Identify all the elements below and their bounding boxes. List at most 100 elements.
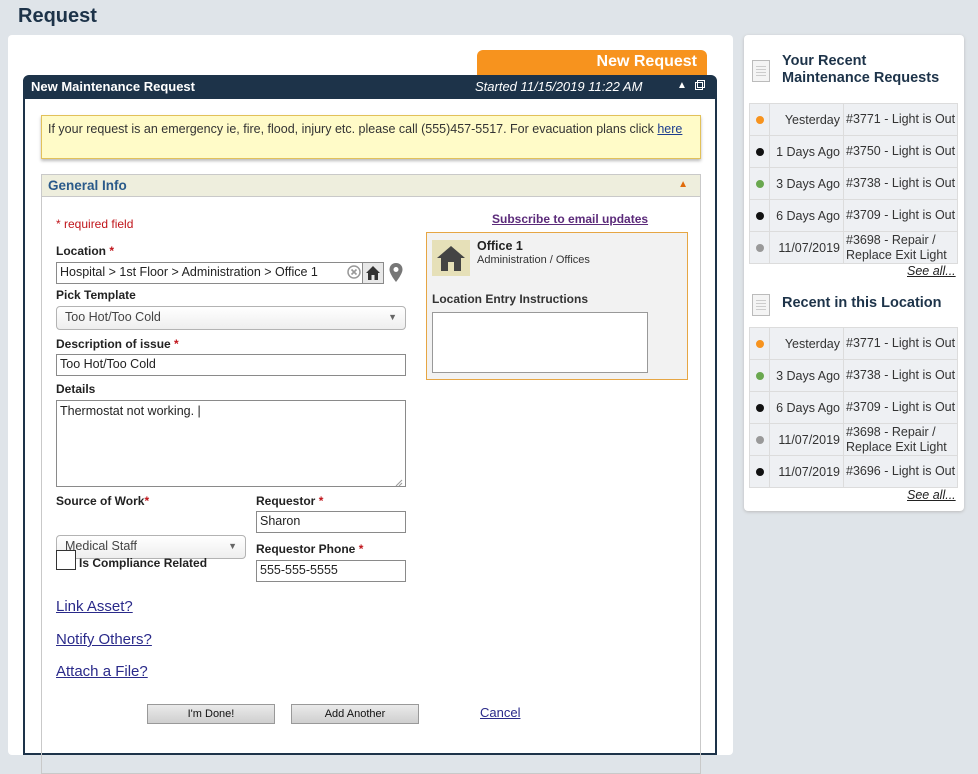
general-info-header[interactable]: General Info ▲	[42, 175, 700, 197]
documents-icon	[752, 294, 770, 316]
location-label: Location *	[56, 244, 114, 258]
requestor-input[interactable]: Sharon	[256, 511, 406, 533]
status-dot-icon	[755, 179, 764, 188]
status-dot-icon	[755, 115, 764, 124]
home-location-icon[interactable]	[362, 262, 384, 284]
office-home-icon	[432, 240, 470, 276]
status-dot-icon	[755, 435, 764, 444]
request-date: Yesterday	[769, 103, 844, 136]
table-row[interactable]: 1 Days Ago #3750 - Light is Out	[749, 135, 958, 168]
table-row[interactable]: 11/07/2019 #3696 - Light is Out	[749, 455, 958, 488]
status-cell	[749, 423, 770, 456]
recent-location-title: Recent in this Location	[782, 295, 942, 311]
request-description[interactable]: #3771 - Light is Out	[843, 327, 958, 360]
location-path: Administration / Offices	[477, 254, 590, 266]
requestor-value: Sharon	[260, 514, 301, 528]
emergency-alert: If your request is an emergency ie, fire…	[41, 115, 701, 159]
status-cell	[749, 327, 770, 360]
collapse-icon[interactable]: ▲	[677, 80, 687, 91]
recent-location-see-all-link[interactable]: See all...	[907, 488, 956, 502]
status-dot-icon	[755, 211, 764, 220]
status-dot-icon	[755, 371, 764, 380]
side-panel: Your Recent Maintenance Requests Yesterd…	[744, 35, 964, 511]
map-pin-icon[interactable]	[388, 262, 404, 284]
status-dot-icon	[755, 403, 764, 412]
location-instructions-label: Location Entry Instructions	[432, 292, 589, 306]
description-input[interactable]: Too Hot/Too Cold	[56, 354, 406, 376]
requestor-phone-input[interactable]: 555-555-5555	[256, 560, 406, 582]
table-row[interactable]: Yesterday #3771 - Light is Out	[749, 103, 958, 136]
table-row[interactable]: 11/07/2019 #3698 - Repair / Replace Exit …	[749, 423, 958, 456]
status-dot-icon	[755, 467, 764, 476]
page-title: Request	[18, 5, 97, 27]
cancel-link[interactable]: Cancel	[480, 705, 520, 720]
template-select[interactable]: Too Hot/Too Cold ▼	[56, 306, 406, 330]
request-description[interactable]: #3696 - Light is Out	[843, 455, 958, 488]
request-description[interactable]: #3709 - Light is Out	[843, 199, 958, 232]
source-label-text: Source of Work	[56, 494, 145, 508]
section-title: General Info	[48, 178, 127, 193]
request-description[interactable]: #3771 - Light is Out	[843, 103, 958, 136]
recent-requests-see-all-link[interactable]: See all...	[907, 264, 956, 278]
link-asset-link[interactable]: Link Asset?	[56, 598, 133, 615]
collapse-caret-icon[interactable]: ▲	[678, 179, 688, 190]
alert-text: If your request is an emergency ie, fire…	[48, 122, 654, 136]
phone-label-text: Requestor Phone	[256, 542, 356, 556]
resize-handle-icon[interactable]	[393, 475, 403, 487]
request-description[interactable]: #3698 - Repair / Replace Exit Light	[843, 231, 958, 264]
dropdown-arrow-icon: ▼	[228, 541, 237, 551]
status-cell	[749, 231, 770, 264]
request-description[interactable]: #3738 - Light is Out	[843, 359, 958, 392]
table-row[interactable]: 3 Days Ago #3738 - Light is Out	[749, 359, 958, 392]
request-date: 11/07/2019	[769, 455, 844, 488]
recent-requests-title-line2: Maintenance Requests	[782, 70, 940, 86]
required-star: *	[174, 337, 179, 351]
dropdown-arrow-icon: ▼	[388, 312, 397, 322]
clear-location-icon[interactable]	[346, 264, 362, 280]
request-description[interactable]: #3698 - Repair / Replace Exit Light	[843, 423, 958, 456]
required-star: *	[318, 494, 324, 508]
table-row[interactable]: 3 Days Ago #3738 - Light is Out	[749, 167, 958, 200]
request-date: 3 Days Ago	[769, 167, 844, 200]
location-card: Office 1 Administration / Offices Locati…	[426, 232, 688, 380]
description-label-text: Description of issue	[56, 337, 171, 351]
location-input[interactable]: Hospital > 1st Floor > Administration > …	[56, 262, 384, 284]
table-row[interactable]: 11/07/2019 #3698 - Repair / Replace Exit …	[749, 231, 958, 264]
details-value: Thermostat not working. |	[60, 404, 201, 418]
attach-file-link[interactable]: Attach a File?	[56, 663, 148, 680]
notify-others-link[interactable]: Notify Others?	[56, 631, 152, 648]
new-request-tab[interactable]: New Request	[477, 50, 707, 76]
description-label: Description of issue *	[56, 337, 179, 351]
details-textarea[interactable]: Thermostat not working. |	[56, 400, 406, 487]
request-description[interactable]: #3750 - Light is Out	[843, 135, 958, 168]
request-date: Yesterday	[769, 327, 844, 360]
request-description[interactable]: #3738 - Light is Out	[843, 167, 958, 200]
form-header: New Maintenance Request Started 11/15/20…	[25, 77, 715, 99]
status-cell	[749, 359, 770, 392]
location-value: Hospital > 1st Floor > Administration > …	[60, 265, 318, 279]
subscribe-email-link[interactable]: Subscribe to email updates	[492, 212, 648, 226]
recent-requests-title: Your Recent Maintenance Requests	[782, 53, 939, 87]
recent-location-table: Yesterday #3771 - Light is Out 3 Days Ago #…	[749, 327, 958, 488]
status-cell	[749, 103, 770, 136]
requestor-label: Requestor *	[256, 494, 323, 508]
popout-icon[interactable]	[695, 80, 705, 93]
compliance-checkbox[interactable]	[56, 550, 76, 570]
status-cell	[749, 167, 770, 200]
table-row[interactable]: Yesterday #3771 - Light is Out	[749, 327, 958, 360]
request-date: 6 Days Ago	[769, 391, 844, 424]
requestor-phone-label: Requestor Phone *	[256, 542, 363, 556]
location-instructions-box	[432, 312, 648, 373]
status-cell	[749, 199, 770, 232]
add-another-button[interactable]: Add Another	[291, 704, 419, 724]
recent-requests-title-line1: Your Recent	[782, 53, 867, 69]
request-description[interactable]: #3709 - Light is Out	[843, 391, 958, 424]
evacuation-plans-link[interactable]: here	[657, 122, 682, 136]
documents-icon	[752, 60, 770, 82]
table-row[interactable]: 6 Days Ago #3709 - Light is Out	[749, 199, 958, 232]
request-date: 6 Days Ago	[769, 199, 844, 232]
im-done-button[interactable]: I'm Done!	[147, 704, 275, 724]
compliance-label: Is Compliance Related	[79, 556, 208, 570]
pick-template-label: Pick Template	[56, 288, 136, 302]
table-row[interactable]: 6 Days Ago #3709 - Light is Out	[749, 391, 958, 424]
